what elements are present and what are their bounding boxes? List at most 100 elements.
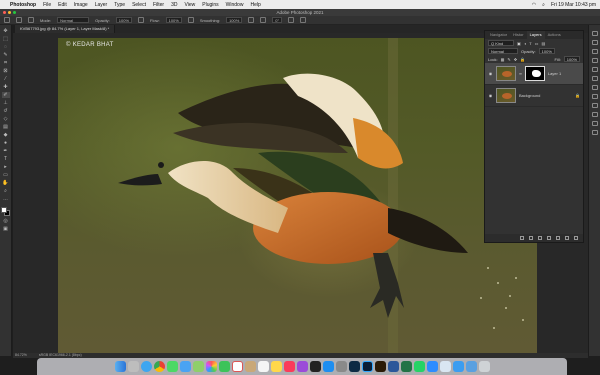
messages-icon[interactable]: [166, 361, 178, 372]
smoothing-field[interactable]: 100%: [226, 17, 243, 23]
zoom-app-icon[interactable]: [426, 361, 438, 372]
folder-icon[interactable]: [452, 361, 464, 372]
channels-panel-icon[interactable]: [591, 76, 598, 81]
notes-icon[interactable]: [270, 361, 282, 372]
character-panel-icon[interactable]: [591, 94, 598, 99]
layer-row-layer-1[interactable]: ◉ ∞ Layer 1: [485, 63, 583, 85]
zoom-tool-icon[interactable]: ⌕: [2, 188, 10, 194]
angle-icon[interactable]: [260, 17, 267, 23]
lightroom-icon[interactable]: [348, 361, 360, 372]
foreground-color-swatch[interactable]: [1, 207, 7, 213]
filter-type-icon[interactable]: T: [529, 41, 531, 46]
close-window-button[interactable]: [3, 11, 6, 14]
layer-name[interactable]: Background: [519, 93, 572, 98]
lock-position-icon[interactable]: ✥: [514, 57, 517, 62]
menu-select[interactable]: Select: [132, 2, 146, 8]
app-store-icon[interactable]: [322, 361, 334, 372]
new-layer-icon[interactable]: [565, 236, 569, 240]
blur-tool-icon[interactable]: ◆: [2, 132, 10, 138]
pressure-size-icon[interactable]: [288, 17, 295, 23]
move-tool-icon[interactable]: ✥: [2, 28, 10, 34]
glyphs-panel-icon[interactable]: [591, 112, 598, 117]
contacts-icon[interactable]: [244, 361, 256, 372]
paths-panel-icon[interactable]: [591, 85, 598, 90]
menu-file[interactable]: File: [43, 2, 51, 8]
clone-stamp-tool-icon[interactable]: ⊥: [2, 100, 10, 106]
layer-thumbnail[interactable]: [496, 88, 516, 103]
type-tool-icon[interactable]: T: [2, 156, 10, 162]
tab-actions[interactable]: Actions: [545, 31, 564, 39]
photos-icon[interactable]: [205, 361, 217, 372]
reminders-icon[interactable]: [257, 361, 269, 372]
brush-tool-icon[interactable]: ✐: [1, 92, 10, 98]
menu-window[interactable]: Window: [226, 2, 244, 8]
layer-mask-thumbnail[interactable]: [524, 66, 545, 81]
zoom-window-button[interactable]: [13, 11, 16, 14]
libraries-panel-icon[interactable]: [591, 67, 598, 72]
filter-adjustment-icon[interactable]: ◑: [524, 41, 526, 46]
brush-settings-icon[interactable]: [28, 17, 34, 23]
swatches-panel-icon[interactable]: [591, 40, 598, 45]
clock[interactable]: Fri 19 Mar 10:43 pm: [551, 2, 596, 8]
smoothing-options-icon[interactable]: [248, 17, 255, 23]
menu-image[interactable]: Image: [74, 2, 88, 8]
document-canvas[interactable]: © KEDAR BHAT: [58, 38, 537, 353]
lock-transparency-icon[interactable]: ▦: [501, 57, 505, 62]
layer-thumbnail[interactable]: [496, 66, 516, 81]
minimize-window-button[interactable]: [8, 11, 11, 14]
word-icon[interactable]: [387, 361, 399, 372]
filter-shape-icon[interactable]: ▭: [535, 41, 539, 46]
delete-layer-icon[interactable]: [574, 236, 578, 240]
podcasts-icon[interactable]: [296, 361, 308, 372]
eye-icon[interactable]: ◉: [488, 71, 493, 76]
excel-icon[interactable]: [400, 361, 412, 372]
finder-icon[interactable]: [114, 361, 126, 372]
photoshop-icon[interactable]: [361, 361, 373, 372]
new-adjustment-icon[interactable]: [547, 236, 551, 240]
safari-icon[interactable]: [140, 361, 152, 372]
opacity-field[interactable]: 100%: [115, 17, 133, 23]
properties-panel-icon[interactable]: [591, 49, 598, 54]
quick-mask-icon[interactable]: ◎: [2, 218, 10, 224]
healing-brush-tool-icon[interactable]: ✚: [2, 84, 10, 90]
screen-mode-icon[interactable]: ▣: [2, 226, 10, 232]
dodge-tool-icon[interactable]: ●: [2, 140, 10, 146]
layer-opacity-field[interactable]: 100%: [538, 48, 555, 54]
tab-navigator[interactable]: Navigator: [487, 31, 510, 39]
layer-style-icon[interactable]: [529, 236, 533, 240]
menu-layer[interactable]: Layer: [95, 2, 108, 8]
app-menu-photoshop[interactable]: Photoshop: [10, 2, 36, 8]
menu-plugins[interactable]: Plugins: [202, 2, 218, 8]
downloads-icon[interactable]: [465, 361, 477, 372]
adjustments-panel-icon[interactable]: [591, 58, 598, 63]
home-icon[interactable]: [4, 17, 10, 23]
bridge-icon[interactable]: [374, 361, 386, 372]
blend-mode-select[interactable]: Normal: [488, 48, 518, 54]
hand-tool-icon[interactable]: ✋: [2, 180, 10, 186]
color-swatches[interactable]: [1, 207, 10, 216]
add-mask-icon[interactable]: [538, 236, 542, 240]
color-panel-icon[interactable]: [591, 31, 598, 36]
paragraph-panel-icon[interactable]: [591, 103, 598, 108]
calendar-icon[interactable]: [231, 361, 243, 372]
menu-help[interactable]: Help: [250, 2, 260, 8]
trash-icon[interactable]: [478, 361, 490, 372]
history-brush-tool-icon[interactable]: ↺: [2, 108, 10, 114]
menu-edit[interactable]: Edit: [58, 2, 67, 8]
menu-3d[interactable]: 3D: [171, 2, 177, 8]
layer-row-background[interactable]: ◉ Background 🔒: [485, 85, 583, 107]
music-icon[interactable]: [283, 361, 295, 372]
new-group-icon[interactable]: [556, 236, 560, 240]
mode-select[interactable]: Normal: [57, 17, 90, 23]
mask-link-icon[interactable]: ∞: [519, 71, 522, 76]
zoom-level[interactable]: 84.72%: [15, 353, 27, 358]
launchpad-icon[interactable]: [127, 361, 139, 372]
eye-icon[interactable]: ◉: [488, 93, 493, 98]
pen-tool-icon[interactable]: ✒: [2, 148, 10, 154]
facetime-icon[interactable]: [218, 361, 230, 372]
search-icon[interactable]: ⌕: [542, 2, 545, 8]
path-select-tool-icon[interactable]: ▸: [2, 164, 10, 170]
lock-image-icon[interactable]: ✎: [507, 57, 510, 62]
lasso-tool-icon[interactable]: ◌: [2, 44, 10, 50]
document-tab[interactable]: KVB67793.jpg @ 84.7% (Layer 1, Layer Mas…: [15, 25, 116, 33]
